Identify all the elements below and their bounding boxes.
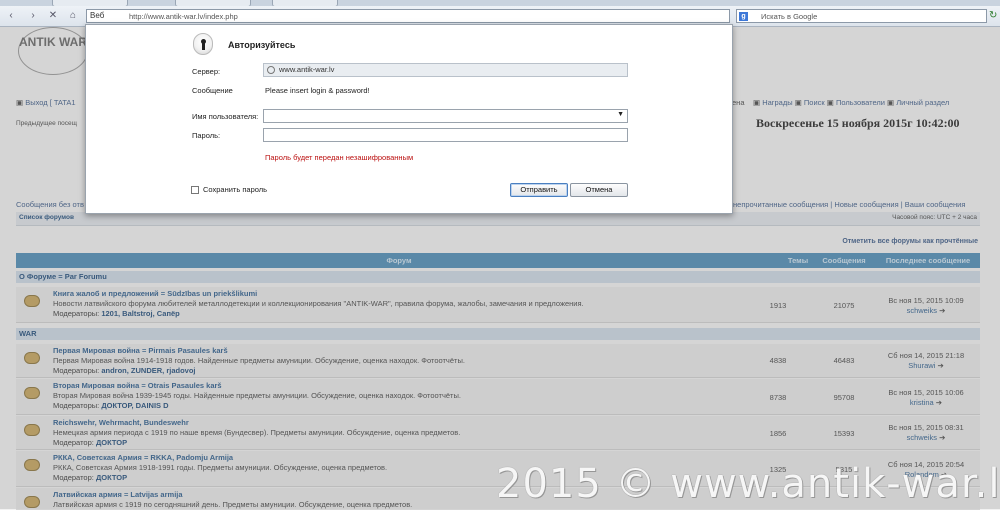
lock-icon <box>193 33 213 55</box>
watermark: 2015 © www.antik-war.lv <box>496 461 1000 507</box>
unencrypted-warning: Пароль будет передан незашифрованным <box>265 153 414 162</box>
back-icon[interactable]: ‹ <box>4 9 18 23</box>
username-label: Имя пользователя: <box>192 112 259 121</box>
home-icon[interactable]: ⌂ <box>66 9 80 23</box>
address-url[interactable]: http://www.antik-war.lv/index.php <box>129 12 238 21</box>
server-label: Сервер: <box>192 67 221 76</box>
remember-password-checkbox[interactable] <box>191 186 199 194</box>
globe-icon <box>267 66 275 74</box>
submit-button[interactable]: Отправить <box>510 183 568 197</box>
chevron-down-icon[interactable]: ▼ <box>617 111 624 118</box>
dialog-title: Авторизуйтесь <box>228 40 296 50</box>
stop-icon[interactable]: ✕ <box>46 9 60 23</box>
password-label: Пароль: <box>192 131 221 140</box>
forward-icon[interactable]: › <box>26 9 40 23</box>
server-value: www.antik-war.lv <box>279 65 335 74</box>
search-placeholder: Искать в Google <box>761 12 818 21</box>
password-field[interactable] <box>263 128 628 142</box>
address-bar-label: Веб <box>90 11 105 20</box>
remember-password-label[interactable]: Сохранить пароль <box>203 185 267 194</box>
google-icon[interactable]: g <box>739 12 748 21</box>
auth-dialog: Авторизуйтесь Сервер: www.antik-war.lv С… <box>85 24 733 214</box>
message-value: Please insert login & password! <box>265 86 370 95</box>
reload-icon[interactable]: ↻ <box>989 9 1000 23</box>
cancel-button[interactable]: Отмена <box>570 183 628 197</box>
server-field: www.antik-war.lv <box>263 63 628 77</box>
address-bar[interactable]: Веб http://www.antik-war.lv/index.php <box>86 9 730 23</box>
search-input[interactable]: g Искать в Google <box>736 9 987 23</box>
username-field[interactable]: ▼ <box>263 109 628 123</box>
message-label: Сообщение <box>192 86 233 95</box>
